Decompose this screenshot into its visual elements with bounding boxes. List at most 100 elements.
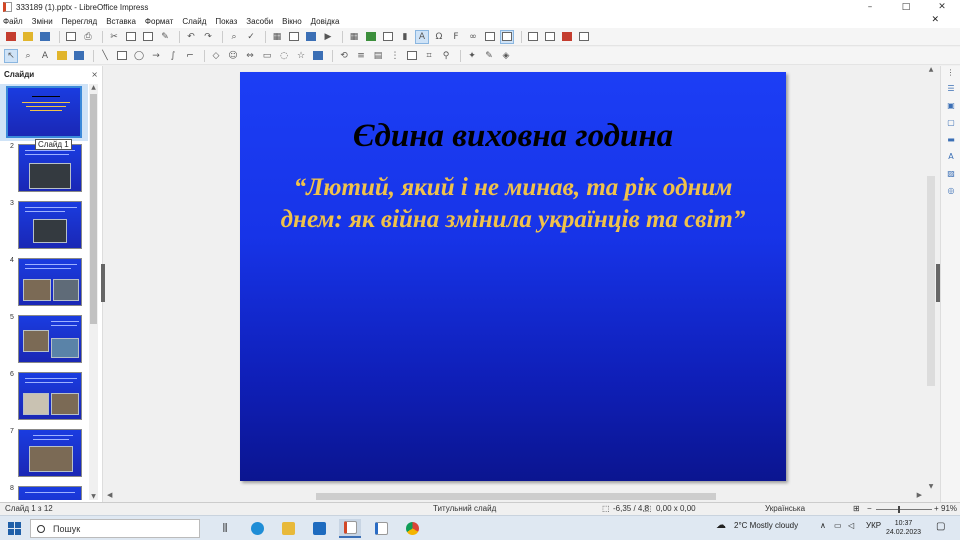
- menu-view[interactable]: Перегляд: [62, 17, 98, 26]
- styles-icon[interactable]: A: [945, 150, 957, 162]
- curve-icon[interactable]: ∫: [166, 49, 180, 63]
- basic-shapes-icon[interactable]: ◇: [209, 49, 223, 63]
- libreoffice-impress-taskbar-icon[interactable]: [339, 519, 361, 538]
- insert-chart-icon[interactable]: ▮: [398, 30, 412, 44]
- slide-thumbnail-4[interactable]: 4: [0, 255, 88, 312]
- weather-icon[interactable]: ☁: [716, 520, 726, 531]
- gallery-icon[interactable]: ▨: [945, 167, 957, 179]
- arrange-icon[interactable]: ▤: [371, 49, 385, 63]
- navigator-icon[interactable]: ◎: [945, 184, 957, 196]
- taskbar-search[interactable]: Пошук: [30, 519, 200, 538]
- connector-icon[interactable]: ⌐: [183, 49, 197, 63]
- scrollbar-thumb[interactable]: [90, 94, 97, 324]
- slide-thumbnail-7[interactable]: 7: [0, 426, 88, 483]
- properties-icon[interactable]: ☰: [945, 82, 957, 94]
- insert-image-icon[interactable]: [364, 30, 378, 44]
- export-pdf-icon[interactable]: [64, 30, 78, 44]
- menu-format[interactable]: Формат: [145, 17, 173, 26]
- slide-thumbnail-5[interactable]: 5: [0, 312, 88, 369]
- scroll-up-icon[interactable]: ▲: [89, 84, 98, 91]
- redo-icon[interactable]: ↷: [201, 30, 215, 44]
- windows-start-icon[interactable]: [8, 522, 21, 535]
- show-hidden-icons-icon[interactable]: ∧: [820, 521, 826, 530]
- minimize-button[interactable]: –: [852, 0, 888, 14]
- slide-transition-icon[interactable]: ▣: [945, 99, 957, 111]
- filter-icon[interactable]: ⚲: [439, 49, 453, 63]
- special-character-icon[interactable]: Ω: [432, 30, 446, 44]
- delete-slide-icon[interactable]: [560, 30, 574, 44]
- menu-slideshow[interactable]: Показ: [215, 17, 237, 26]
- slide-thumbnail-3[interactable]: 3: [0, 198, 88, 255]
- points-icon[interactable]: ✎: [482, 49, 496, 63]
- sidebar-menu-icon[interactable]: ⋮: [941, 68, 960, 77]
- menu-slide[interactable]: Слайд: [182, 17, 206, 26]
- hyperlink-icon[interactable]: ∞: [466, 30, 480, 44]
- clone-formatting-icon[interactable]: ✎: [158, 30, 172, 44]
- close-window-button[interactable]: ✕: [924, 0, 960, 14]
- edge-browser-icon[interactable]: [246, 519, 268, 538]
- zoom-level[interactable]: 91%: [941, 504, 957, 513]
- symbol-shapes-icon[interactable]: ☺: [226, 49, 240, 63]
- paste-icon[interactable]: [141, 30, 155, 44]
- flowchart-icon[interactable]: ▭: [260, 49, 274, 63]
- cut-icon[interactable]: ✂: [107, 30, 121, 44]
- rectangle-icon[interactable]: [115, 49, 129, 63]
- animation-icon[interactable]: ▢: [945, 116, 957, 128]
- fill-color-icon[interactable]: [55, 49, 69, 63]
- fontwork-icon[interactable]: F: [449, 30, 463, 44]
- block-arrows-icon[interactable]: ⇔: [243, 49, 257, 63]
- print-icon[interactable]: ⎙: [81, 30, 95, 44]
- scroll-down-icon[interactable]: ▼: [926, 483, 936, 490]
- close-pane-icon[interactable]: ×: [91, 70, 98, 79]
- callouts-icon[interactable]: ◌: [277, 49, 291, 63]
- insert-table-icon[interactable]: ▦: [347, 30, 361, 44]
- task-view-icon[interactable]: ⫼: [214, 519, 236, 538]
- slide-subtitle[interactable]: “Лютий, який і не минав, та рік одним дн…: [280, 172, 746, 236]
- libreoffice-writer-taskbar-icon[interactable]: [370, 519, 392, 538]
- menu-help[interactable]: Довідка: [311, 17, 340, 26]
- ellipse-icon[interactable]: ◯: [132, 49, 146, 63]
- system-clock[interactable]: 10:37 24.02.2023: [886, 519, 921, 537]
- crop-icon[interactable]: ⌗: [422, 49, 436, 63]
- stars-icon[interactable]: ☆: [294, 49, 308, 63]
- zoom-in-icon[interactable]: +: [934, 504, 939, 513]
- select-icon[interactable]: ↖: [4, 48, 18, 63]
- slide-thumbnail-1[interactable]: 1: [0, 84, 88, 141]
- menu-tools[interactable]: Засоби: [246, 17, 273, 26]
- save-icon[interactable]: [38, 30, 52, 44]
- undo-icon[interactable]: ↶: [184, 30, 198, 44]
- insert-media-icon[interactable]: [381, 30, 395, 44]
- line-color-icon[interactable]: [72, 49, 86, 63]
- scrollbar-thumb[interactable]: [927, 176, 935, 386]
- copy-icon[interactable]: [124, 30, 138, 44]
- input-language[interactable]: УКР: [866, 521, 881, 530]
- duplicate-slide-icon[interactable]: [543, 30, 557, 44]
- zoom-icon[interactable]: ⌕: [21, 49, 35, 63]
- mail-icon[interactable]: [308, 519, 330, 538]
- display-grid-icon[interactable]: ▦: [270, 30, 284, 44]
- maximize-button[interactable]: □: [888, 0, 924, 14]
- rotate-icon[interactable]: ⟲: [337, 49, 351, 63]
- menu-edit[interactable]: Зміни: [32, 17, 53, 26]
- zoom-out-icon[interactable]: −: [867, 504, 872, 513]
- line-icon[interactable]: ╲: [98, 49, 112, 63]
- shadow-icon[interactable]: [405, 49, 419, 63]
- menu-insert[interactable]: Вставка: [106, 17, 136, 26]
- menu-window[interactable]: Вікно: [282, 17, 301, 26]
- main-vertical-scrollbar[interactable]: ▲ ▼: [926, 66, 936, 490]
- volume-icon[interactable]: ◁: [848, 521, 854, 530]
- master-slide-icon[interactable]: [304, 30, 318, 44]
- fit-slide-icon[interactable]: ⊞: [853, 504, 860, 513]
- battery-icon[interactable]: ▭: [834, 521, 842, 530]
- slide-thumbnail-8[interactable]: 8: [0, 483, 88, 500]
- menu-file[interactable]: Файл: [3, 17, 23, 26]
- chrome-browser-icon[interactable]: [401, 519, 423, 538]
- show-draw-functions-icon[interactable]: [500, 29, 514, 44]
- glue-points-icon[interactable]: ◈: [499, 49, 513, 63]
- arrow-line-icon[interactable]: →: [149, 49, 163, 63]
- insert-textbox-icon[interactable]: A: [415, 29, 429, 44]
- horizontal-scrollbar[interactable]: ◀ ▶: [104, 490, 936, 502]
- new-slide-icon[interactable]: [526, 30, 540, 44]
- find-replace-icon[interactable]: ⌕: [227, 30, 241, 44]
- slide-thumbnail-6[interactable]: 6: [0, 369, 88, 426]
